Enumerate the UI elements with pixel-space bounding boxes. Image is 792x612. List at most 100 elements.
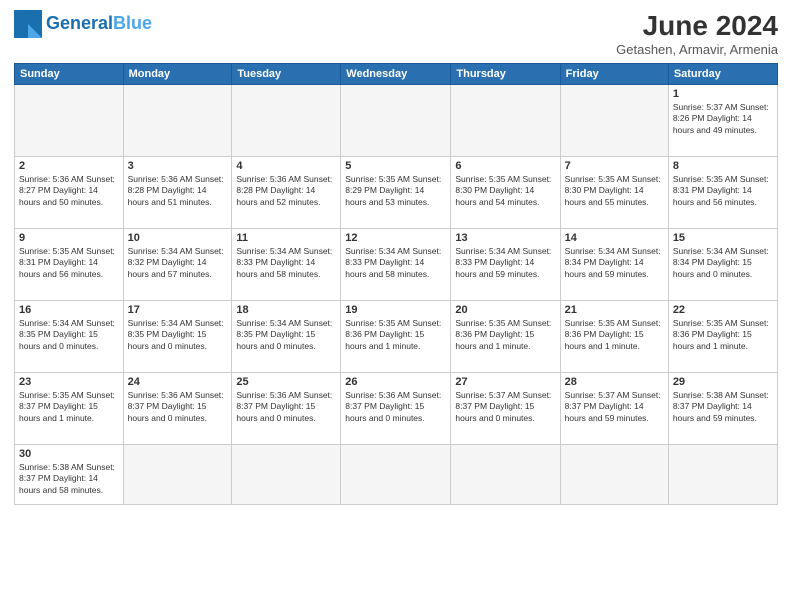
day-number: 25 — [236, 376, 336, 388]
day-number: 27 — [455, 376, 555, 388]
day-number: 16 — [19, 304, 119, 316]
day-info: Sunrise: 5:36 AM Sunset: 8:37 PM Dayligh… — [236, 390, 336, 424]
day-number: 5 — [345, 160, 446, 172]
table-row: 9Sunrise: 5:35 AM Sunset: 8:31 PM Daylig… — [15, 229, 124, 301]
day-info: Sunrise: 5:34 AM Sunset: 8:32 PM Dayligh… — [128, 246, 228, 280]
day-info: Sunrise: 5:34 AM Sunset: 8:33 PM Dayligh… — [236, 246, 336, 280]
table-row: 16Sunrise: 5:34 AM Sunset: 8:35 PM Dayli… — [15, 301, 124, 373]
table-row: 13Sunrise: 5:34 AM Sunset: 8:33 PM Dayli… — [451, 229, 560, 301]
general-blue-logo-icon — [14, 10, 42, 38]
day-number: 10 — [128, 232, 228, 244]
table-row: 10 Sunrise: 5:34 AM Sunset: 8:32 PM Dayli… — [123, 229, 232, 301]
table-row: 3 Sunrise: 5:36 AM Sunset: 8:28 PM Daylig… — [123, 157, 232, 229]
table-row — [15, 85, 124, 157]
title-block: June 2024 Getashen, Armavir, Armenia — [616, 10, 778, 57]
day-number: 17 — [128, 304, 228, 316]
day-info: Sunrise: 5:34 AM Sunset: 8:35 PM Dayligh… — [236, 318, 336, 352]
day-info: Sunrise: 5:36 AM Sunset: 8:28 PM Dayligh… — [236, 174, 336, 208]
day-number: 26 — [345, 376, 446, 388]
day-info: Sunrise: 5:35 AM Sunset: 8:29 PM Dayligh… — [345, 174, 446, 208]
day-number: 18 — [236, 304, 336, 316]
table-row — [123, 445, 232, 505]
table-row: 26Sunrise: 5:36 AM Sunset: 8:37 PM Dayli… — [341, 373, 451, 445]
table-row: 30 Sunrise: 5:38 AM Sunset: 8:37 PM Dayli… — [15, 445, 124, 505]
day-info: Sunrise: 5:34 AM Sunset: 8:33 PM Dayligh… — [345, 246, 446, 280]
day-info: Sunrise: 5:36 AM Sunset: 8:37 PM Dayligh… — [128, 390, 228, 424]
table-row: 22 Sunrise: 5:35 AM Sunset: 8:36 PM Dayli… — [668, 301, 777, 373]
col-monday: Monday — [123, 64, 232, 85]
day-info: Sunrise: 5:35 AM Sunset: 8:30 PM Dayligh… — [455, 174, 555, 208]
table-row — [668, 445, 777, 505]
col-saturday: Saturday — [668, 64, 777, 85]
day-info: Sunrise: 5:38 AM Sunset: 8:37 PM Dayligh… — [673, 390, 773, 424]
page-header: GeneralBlue June 2024 Getashen, Armavir,… — [14, 10, 778, 57]
day-info: Sunrise: 5:37 AM Sunset: 8:26 PM Dayligh… — [673, 102, 773, 136]
day-number: 8 — [673, 160, 773, 172]
day-number: 21 — [565, 304, 664, 316]
day-info: Sunrise: 5:35 AM Sunset: 8:36 PM Dayligh… — [673, 318, 773, 352]
day-info: Sunrise: 5:35 AM Sunset: 8:36 PM Dayligh… — [345, 318, 446, 352]
col-wednesday: Wednesday — [341, 64, 451, 85]
col-friday: Friday — [560, 64, 668, 85]
day-info: Sunrise: 5:35 AM Sunset: 8:31 PM Dayligh… — [19, 246, 119, 280]
day-info: Sunrise: 5:37 AM Sunset: 8:37 PM Dayligh… — [565, 390, 664, 424]
day-number: 23 — [19, 376, 119, 388]
table-row: 17Sunrise: 5:34 AM Sunset: 8:35 PM Dayli… — [123, 301, 232, 373]
day-info: Sunrise: 5:35 AM Sunset: 8:30 PM Dayligh… — [565, 174, 664, 208]
day-number: 1 — [673, 88, 773, 100]
table-row — [341, 85, 451, 157]
logo-blue: Blue — [113, 13, 152, 33]
table-row: 12Sunrise: 5:34 AM Sunset: 8:33 PM Dayli… — [341, 229, 451, 301]
day-info: Sunrise: 5:34 AM Sunset: 8:34 PM Dayligh… — [565, 246, 664, 280]
logo-text: GeneralBlue — [46, 14, 152, 34]
day-info: Sunrise: 5:38 AM Sunset: 8:37 PM Dayligh… — [19, 462, 119, 496]
table-row: 4 Sunrise: 5:36 AM Sunset: 8:28 PM Daylig… — [232, 157, 341, 229]
day-info: Sunrise: 5:35 AM Sunset: 8:36 PM Dayligh… — [455, 318, 555, 352]
day-number: 24 — [128, 376, 228, 388]
table-row — [451, 85, 560, 157]
logo: GeneralBlue — [14, 10, 152, 38]
calendar-table: Sunday Monday Tuesday Wednesday Thursday… — [14, 63, 778, 505]
table-row: 15Sunrise: 5:34 AM Sunset: 8:34 PM Dayli… — [668, 229, 777, 301]
day-number: 11 — [236, 232, 336, 244]
day-info: Sunrise: 5:36 AM Sunset: 8:28 PM Dayligh… — [128, 174, 228, 208]
table-row — [560, 445, 668, 505]
logo-general: General — [46, 13, 113, 33]
day-number: 14 — [565, 232, 664, 244]
table-row: 1 Sunrise: 5:37 AM Sunset: 8:26 PM Daylig… — [668, 85, 777, 157]
table-row — [451, 445, 560, 505]
day-info: Sunrise: 5:34 AM Sunset: 8:34 PM Dayligh… — [673, 246, 773, 280]
table-row: 5 Sunrise: 5:35 AM Sunset: 8:29 PM Daylig… — [341, 157, 451, 229]
table-row — [560, 85, 668, 157]
table-row: 6 Sunrise: 5:35 AM Sunset: 8:30 PM Daylig… — [451, 157, 560, 229]
day-number: 3 — [128, 160, 228, 172]
table-row — [232, 85, 341, 157]
table-row: 24 Sunrise: 5:36 AM Sunset: 8:37 PM Dayli… — [123, 373, 232, 445]
table-row — [341, 445, 451, 505]
day-number: 19 — [345, 304, 446, 316]
day-number: 7 — [565, 160, 664, 172]
table-row: 23 Sunrise: 5:35 AM Sunset: 8:37 PM Dayli… — [15, 373, 124, 445]
day-number: 30 — [19, 448, 119, 460]
day-number: 6 — [455, 160, 555, 172]
day-number: 4 — [236, 160, 336, 172]
day-number: 28 — [565, 376, 664, 388]
table-row: 14 Sunrise: 5:34 AM Sunset: 8:34 PM Dayli… — [560, 229, 668, 301]
day-number: 2 — [19, 160, 119, 172]
table-row: 27 Sunrise: 5:37 AM Sunset: 8:37 PM Dayli… — [451, 373, 560, 445]
day-number: 22 — [673, 304, 773, 316]
table-row: 29Sunrise: 5:38 AM Sunset: 8:37 PM Dayli… — [668, 373, 777, 445]
location-subtitle: Getashen, Armavir, Armenia — [616, 42, 778, 57]
table-row: 28 Sunrise: 5:37 AM Sunset: 8:37 PM Dayli… — [560, 373, 668, 445]
table-row: 21 Sunrise: 5:35 AM Sunset: 8:36 PM Dayli… — [560, 301, 668, 373]
table-row: 20Sunrise: 5:35 AM Sunset: 8:36 PM Dayli… — [451, 301, 560, 373]
table-row: 7 Sunrise: 5:35 AM Sunset: 8:30 PM Daylig… — [560, 157, 668, 229]
table-row — [123, 85, 232, 157]
day-info: Sunrise: 5:35 AM Sunset: 8:37 PM Dayligh… — [19, 390, 119, 424]
day-info: Sunrise: 5:37 AM Sunset: 8:37 PM Dayligh… — [455, 390, 555, 424]
day-number: 13 — [455, 232, 555, 244]
table-row: 25 Sunrise: 5:36 AM Sunset: 8:37 PM Dayli… — [232, 373, 341, 445]
col-thursday: Thursday — [451, 64, 560, 85]
table-row: 18 Sunrise: 5:34 AM Sunset: 8:35 PM Dayli… — [232, 301, 341, 373]
day-info: Sunrise: 5:35 AM Sunset: 8:36 PM Dayligh… — [565, 318, 664, 352]
